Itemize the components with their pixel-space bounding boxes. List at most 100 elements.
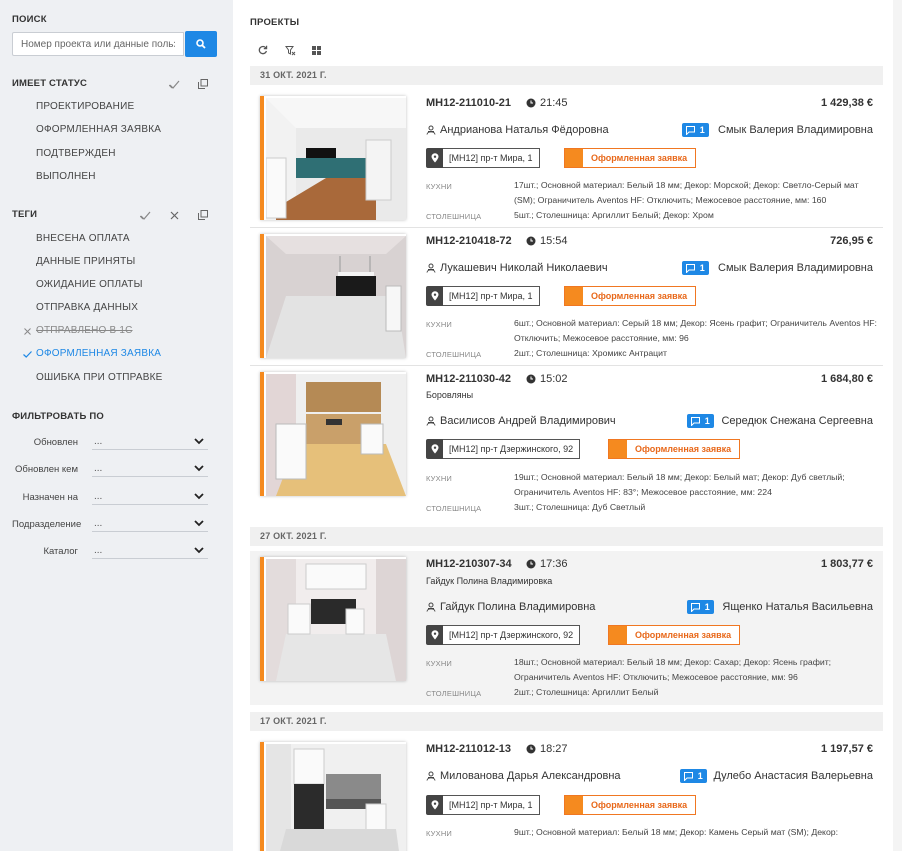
project-card[interactable]: МН12-211030-42 15:02 1 684,80 € Боровлян… [250, 366, 883, 518]
chevron-down-icon [194, 465, 204, 472]
filter-section-title: ФИЛЬТРОВАТЬ ПО [12, 411, 104, 422]
status-tag[interactable]: Оформленная заявка [564, 286, 697, 306]
status-tag[interactable]: Оформленная заявка [608, 439, 741, 459]
project-subtitle: Боровляны [426, 390, 474, 400]
tag-item-order[interactable]: ОФОРМЛЕННАЯ ЗАЯВКА [36, 348, 161, 359]
date-label: 31 ОКТ. 2021 Г. [260, 70, 327, 80]
messages-badge[interactable]: 1 [687, 414, 714, 428]
clock-icon [526, 744, 536, 754]
grid-view-icon[interactable] [310, 44, 322, 56]
project-address: [МН12] пр-т Мира, 1 [443, 286, 540, 306]
status-tag[interactable]: Оформленная заявка [608, 625, 741, 645]
countertop-spec: 3шт.; Столешница: Дуб Светлый [514, 502, 646, 512]
project-client[interactable]: Милованова Дарья Александровна [426, 770, 621, 782]
project-thumbnail[interactable] [260, 742, 406, 851]
project-address: [МН12] пр-т Дзержинского, 92 [443, 439, 581, 459]
project-thumbnail[interactable] [260, 372, 406, 496]
date-label: 27 ОКТ. 2021 Г. [260, 531, 327, 541]
kitchen-spec: 19шт.; Основной материал: Белый 18 мм; Д… [514, 472, 845, 497]
project-client[interactable]: Гайдук Полина Владимировна [426, 601, 595, 613]
project-client[interactable]: Лукашевич Николай Николаевич [426, 262, 608, 274]
check-icon[interactable] [168, 78, 180, 90]
status-tag[interactable]: Оформленная заявка [564, 795, 697, 815]
scrollbar-track[interactable] [893, 0, 902, 851]
status-item-order[interactable]: ОФОРМЛЕННАЯ ЗАЯВКА [36, 124, 161, 135]
check-icon [22, 349, 32, 359]
messages-badge[interactable]: 1 [687, 600, 714, 614]
chat-icon [691, 416, 701, 426]
project-time: 15:02 [526, 373, 568, 385]
project-number[interactable]: МН12-211010-21 [426, 97, 511, 109]
project-address: [МН12] пр-т Дзержинского, 92 [443, 625, 581, 645]
messages-badge[interactable]: 1 [682, 261, 709, 275]
tag-item-accepted[interactable]: ДАННЫЕ ПРИНЯТЫ [36, 256, 135, 267]
status-item-confirmed[interactable]: ПОДТВЕРЖДЕН [36, 148, 116, 159]
tag-item-send-error[interactable]: ОШИБКА ПРИ ОТПРАВКЕ [36, 372, 163, 383]
filter-department-select[interactable]: ... [92, 516, 208, 532]
tag-item-paid[interactable]: ВНЕСЕНА ОПЛАТА [36, 233, 130, 244]
search-button[interactable] [185, 31, 217, 57]
status-label: Оформленная заявка [591, 800, 688, 810]
page-title: ПРОЕКТЫ [250, 17, 300, 28]
status-section-title: ИМЕЕТ СТАТУС [12, 78, 88, 89]
project-manager[interactable]: Середюк Снежана Сергеевна [721, 415, 873, 427]
status-accent [260, 234, 264, 358]
refresh-icon[interactable] [257, 44, 269, 56]
status-label: Оформленная заявка [635, 630, 732, 640]
countertop-label: СТОЛЕШНИЦА [426, 689, 482, 698]
kitchen-render [266, 744, 406, 851]
user-icon [426, 125, 436, 135]
project-card[interactable]: МН12-210418-72 15:54 726,95 € Лукашевич … [250, 228, 883, 366]
filter-updated-by-select[interactable]: ... [92, 461, 208, 477]
status-accent [260, 96, 264, 220]
project-number[interactable]: МН12-211030-42 [426, 373, 511, 385]
project-client[interactable]: Андрианова Наталья Фёдоровна [426, 124, 609, 136]
copy-icon[interactable] [197, 209, 209, 221]
project-number[interactable]: МН12-211012-13 [426, 743, 511, 755]
messages-badge[interactable]: 1 [682, 123, 709, 137]
filter-off-icon[interactable] [284, 44, 296, 56]
project-number[interactable]: МН12-210307-34 [426, 558, 512, 570]
project-thumbnail[interactable] [260, 234, 406, 358]
countertop-label: СТОЛЕШНИЦА [426, 350, 482, 359]
project-client[interactable]: Василисов Андрей Владимирович [426, 415, 616, 427]
kitchen-spec: 18шт.; Основной материал: Белый 18 мм; Д… [514, 657, 832, 682]
countertop-label: СТОЛЕШНИЦА [426, 504, 482, 513]
project-manager[interactable]: Ященко Наталья Васильевна [722, 601, 873, 613]
kitchen-spec: 6шт.; Основной материал: Серый 18 мм; Де… [514, 318, 877, 343]
filter-catalog-select[interactable]: ... [92, 543, 208, 559]
messages-badge[interactable]: 1 [680, 769, 707, 783]
project-manager[interactable]: Дулебо Анастасия Валерьевна [713, 770, 873, 782]
project-number[interactable]: МН12-210418-72 [426, 235, 512, 247]
check-icon[interactable] [139, 209, 151, 221]
project-thumbnail[interactable] [260, 96, 406, 220]
chat-icon [691, 602, 701, 612]
status-accent [260, 742, 264, 851]
filter-label-assigned: Назначен на [22, 492, 78, 503]
kitchen-render [266, 374, 406, 496]
messages-count: 1 [697, 771, 703, 781]
filter-assigned-select[interactable]: ... [92, 489, 208, 505]
project-time: 21:45 [526, 97, 568, 109]
tag-item-sent-1c[interactable]: ОТПРАВЛЕНО В 1С [36, 325, 133, 336]
user-icon [426, 416, 436, 426]
status-color [565, 149, 583, 167]
project-thumbnail[interactable] [260, 557, 406, 681]
close-icon[interactable] [168, 209, 180, 221]
project-card[interactable]: МН12-211010-21 21:45 1 429,38 € Андриано… [250, 90, 883, 228]
project-manager[interactable]: Смык Валерия Владимировна [718, 262, 873, 274]
chevron-down-icon [194, 520, 204, 527]
messages-count: 1 [699, 263, 705, 273]
project-manager[interactable]: Смык Валерия Владимировна [718, 124, 873, 136]
filter-updated-select[interactable]: ... [92, 434, 208, 450]
status-item-design[interactable]: ПРОЕКТИРОВАНИЕ [36, 101, 134, 112]
status-item-done[interactable]: ВЫПОЛНЕН [36, 171, 96, 182]
project-address: [МН12] пр-т Мира, 1 [443, 148, 540, 168]
tag-item-sending[interactable]: ОТПРАВКА ДАННЫХ [36, 302, 138, 313]
tag-item-awaiting-payment[interactable]: ОЖИДАНИЕ ОПЛАТЫ [36, 279, 143, 290]
project-card[interactable]: МН12-211012-13 18:27 1 197,57 € Миловано… [250, 736, 883, 851]
search-input[interactable] [12, 32, 184, 56]
status-tag[interactable]: Оформленная заявка [564, 148, 697, 168]
project-card[interactable]: МН12-210307-34 17:36 1 803,77 € Гайдук П… [250, 551, 883, 705]
copy-icon[interactable] [197, 78, 209, 90]
